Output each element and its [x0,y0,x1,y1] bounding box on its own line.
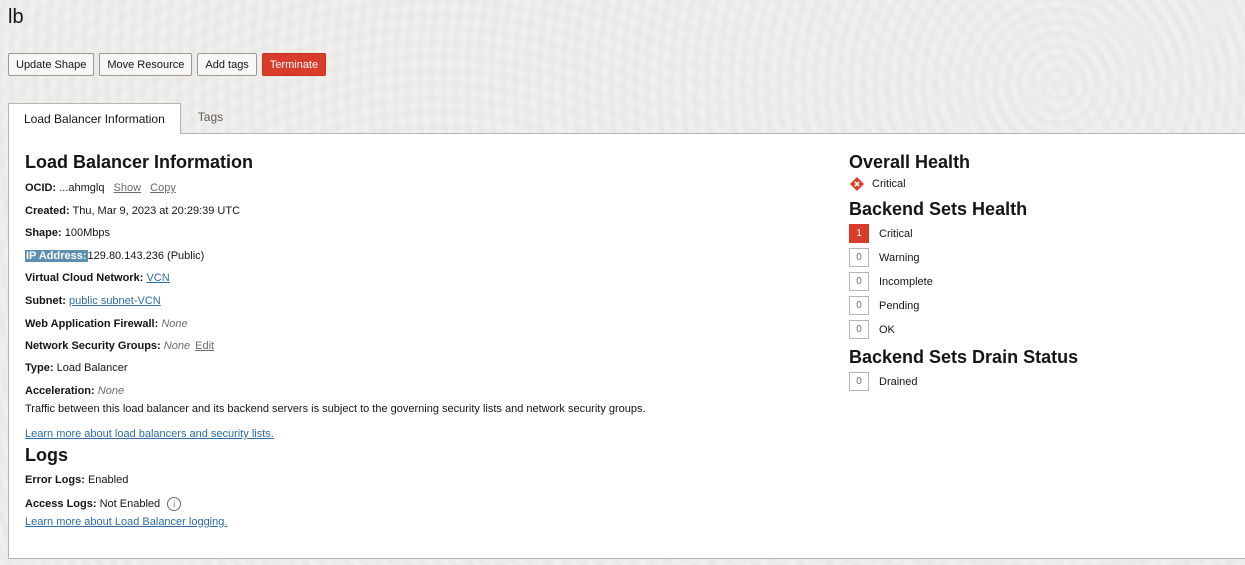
nsg-value: None [163,340,191,352]
drain-status-heading: Backend Sets Drain Status [849,347,1079,367]
ocid-value: ...ahmglq [59,182,105,194]
drained-label: Drained [879,375,918,388]
ip-address-label: IP Address: [25,250,88,262]
vcn-row: Virtual Cloud Network: VCN [25,272,170,285]
shape-label: Shape: [25,227,62,239]
subnet-link[interactable]: public subnet-VCN [69,295,161,307]
ip-address-value: 129.80.143.236 (Public) [87,250,205,262]
nsg-edit-link[interactable]: Edit [195,340,214,352]
backend-ok-row: 0 OK [849,320,895,339]
backend-pending-label: Pending [879,299,920,312]
drained-row: 0 Drained [849,372,918,391]
terminate-button[interactable]: Terminate [261,53,327,76]
acceleration-row: Acceleration: None [25,385,124,398]
details-heading: Load Balancer Information [25,152,254,172]
shape-value: 100Mbps [64,227,111,239]
tab-bar: Load Balancer Information Tags [8,103,240,134]
learn-logging-link[interactable]: Learn more about Load Balancer logging. [25,516,227,529]
backend-incomplete-label: Incomplete [879,275,933,288]
created-label: Created: [25,205,70,217]
ocid-copy-link[interactable]: Copy [150,182,176,194]
nsg-row: Network Security Groups: None Edit [25,340,214,353]
acceleration-label: Acceleration: [25,385,95,397]
overall-health-status: Critical [849,177,906,191]
action-toolbar: Update Shape Move Resource Add tags Term… [8,53,327,76]
vcn-link[interactable]: VCN [146,272,169,284]
shape-row: Shape: 100Mbps [25,227,110,240]
access-logs-value: Not Enabled [99,497,161,510]
backend-warning-count[interactable]: 0 [849,248,869,267]
backend-critical-count[interactable]: 1 [849,224,869,243]
backend-warning-label: Warning [879,251,920,264]
backend-critical-label: Critical [879,227,913,240]
access-logs-row: Access Logs: Not Enabled i [25,497,182,511]
waf-label: Web Application Firewall: [25,318,159,330]
ocid-show-link[interactable]: Show [114,182,142,194]
acceleration-value: None [97,385,125,397]
tab-tags[interactable]: Tags [181,101,240,132]
backend-ok-label: OK [879,323,895,336]
nsg-label: Network Security Groups: [25,340,161,352]
waf-row: Web Application Firewall: None [25,318,188,331]
backend-sets-health-heading: Backend Sets Health [849,199,1028,219]
page-title: lb [8,6,24,28]
subnet-label: Subnet: [25,295,66,307]
access-logs-label: Access Logs: [25,497,97,510]
type-value: Load Balancer [56,362,128,374]
error-logs-row: Error Logs: Enabled [25,474,128,487]
tab-load-balancer-information[interactable]: Load Balancer Information [8,103,181,134]
move-resource-button[interactable]: Move Resource [99,53,193,76]
tab-content-panel: Load Balancer Information OCID: ...ahmgl… [8,133,1245,559]
ocid-row: OCID: ...ahmglq Show Copy [25,182,176,195]
error-logs-value: Enabled [87,474,129,486]
backend-incomplete-count[interactable]: 0 [849,272,869,291]
backend-pending-row: 0 Pending [849,296,919,315]
drained-count[interactable]: 0 [849,372,869,391]
vcn-label: Virtual Cloud Network: [25,272,144,284]
created-row: Created: Thu, Mar 9, 2023 at 20:29:39 UT… [25,205,240,218]
overall-health-heading: Overall Health [849,152,971,172]
backend-ok-count[interactable]: 0 [849,320,869,339]
error-logs-label: Error Logs: [25,474,85,486]
created-value: Thu, Mar 9, 2023 at 20:29:39 UTC [72,205,241,217]
type-label: Type: [25,362,54,374]
ip-address-row: IP Address:129.80.143.236 (Public) [25,250,204,263]
traffic-note: Traffic between this load balancer and i… [25,403,646,415]
backend-critical-row: 1 Critical [849,224,913,243]
overall-health-label: Critical [872,178,906,190]
waf-value: None [161,318,188,330]
info-icon[interactable]: i [167,497,182,511]
logs-heading: Logs [25,445,68,465]
add-tags-button[interactable]: Add tags [197,53,257,76]
update-shape-button[interactable]: Update Shape [8,53,95,76]
critical-diamond-icon [850,177,864,191]
backend-warning-row: 0 Warning [849,248,920,267]
subnet-row: Subnet: public subnet-VCN [25,295,161,308]
backend-pending-count[interactable]: 0 [849,296,869,315]
learn-security-link[interactable]: Learn more about load balancers and secu… [25,428,274,441]
backend-incomplete-row: 0 Incomplete [849,272,933,291]
type-row: Type: Load Balancer [25,362,128,375]
ocid-label: OCID: [25,182,57,194]
